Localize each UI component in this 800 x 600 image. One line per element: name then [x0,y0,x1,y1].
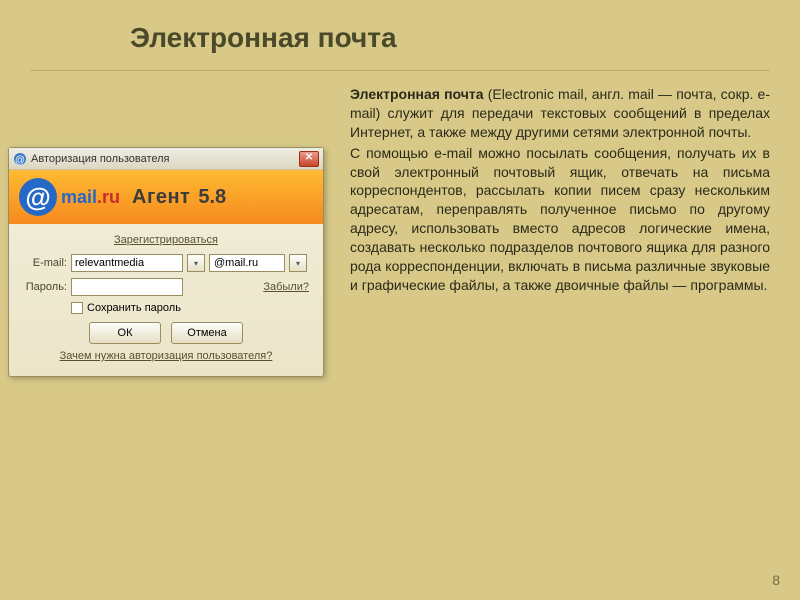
email-input[interactable] [71,254,183,272]
brand-banner: @ mail.ru Агент 5.8 [9,170,323,224]
domain-dropdown[interactable]: ▾ [289,254,307,272]
remember-row: Сохранить пароль [23,302,309,314]
content-area: @ Авторизация пользователя ✕ @ mail.ru А… [0,71,800,295]
auth-form: Зарегистрироваться E-mail: ▾ @mail.ru ▾ … [9,224,323,376]
svg-text:@: @ [15,155,25,166]
forgot-link[interactable]: Забыли? [263,281,309,293]
brand-mail: mail [61,187,97,207]
brand-version: 5.8 [198,186,226,209]
ok-button[interactable]: ОК [89,322,161,344]
email-row: E-mail: ▾ @mail.ru ▾ [23,254,309,272]
domain-value: @mail.ru [214,257,258,269]
footer-row: Зачем нужна авторизация пользователя? [23,350,309,370]
paragraph-2: С помощью e-mail можно посылать сообщени… [350,144,770,295]
password-label: Пароль: [23,281,67,293]
close-button[interactable]: ✕ [299,151,319,167]
domain-select[interactable]: @mail.ru [209,254,285,272]
page-number: 8 [772,572,780,588]
brand-ru: ru [102,187,120,207]
auth-dialog: @ Авторизация пользователя ✕ @ mail.ru А… [8,147,324,377]
password-input[interactable] [71,278,183,296]
paragraph-1: Электронная почта (Electronic mail, англ… [350,85,770,142]
register-row: Зарегистрироваться [23,234,309,246]
why-auth-link[interactable]: Зачем нужна авторизация пользователя? [60,350,273,362]
password-row: Пароль: Забыли? [23,278,309,296]
button-row: ОК Отмена [23,322,309,344]
register-link[interactable]: Зарегистрироваться [114,234,218,246]
p1-lead: Электронная почта [350,86,484,102]
email-label: E-mail: [23,257,67,269]
at-icon: @ [19,178,57,216]
brand-agent: Агент [132,186,190,209]
cancel-button[interactable]: Отмена [171,322,243,344]
titlebar-text: Авторизация пользователя [31,153,295,165]
slide-title: Электронная почта [0,0,800,54]
remember-checkbox[interactable] [71,302,83,314]
text-column: Электронная почта (Electronic mail, англ… [350,85,770,295]
remember-label: Сохранить пароль [87,302,181,314]
titlebar: @ Авторизация пользователя ✕ [9,148,323,170]
app-icon: @ [13,152,27,166]
email-history-dropdown[interactable]: ▾ [187,254,205,272]
